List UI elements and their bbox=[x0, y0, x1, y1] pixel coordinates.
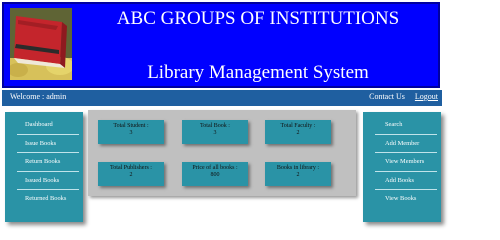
top-nav-links: Contact Us Logout bbox=[361, 92, 438, 101]
stat-label: Price of all books : bbox=[192, 165, 238, 171]
stat-card-total-faculty: Total Faculty : 2 bbox=[265, 120, 331, 144]
stat-value: 2 bbox=[129, 172, 133, 178]
menu-issued-books[interactable]: Issued Books bbox=[17, 172, 79, 190]
menu-view-books[interactable]: View Books bbox=[375, 190, 437, 208]
stat-label: Books in library : bbox=[276, 165, 320, 171]
stat-card-price-of-all-books: Price of all books : 800 bbox=[182, 162, 248, 186]
menu-add-member[interactable]: Add Member bbox=[375, 135, 437, 153]
contact-us-link[interactable]: Contact Us bbox=[369, 92, 405, 101]
stat-value: 3 bbox=[129, 130, 133, 136]
stat-label: Total Publishers : bbox=[110, 165, 152, 171]
books-logo-icon bbox=[10, 8, 72, 80]
stat-label: Total Book : bbox=[200, 123, 230, 129]
stat-card-total-student: Total Student : 3 bbox=[98, 120, 164, 144]
stat-card-total-book: Total Book : 3 bbox=[182, 120, 248, 144]
menu-search[interactable]: Search bbox=[375, 116, 437, 135]
stat-value: 800 bbox=[210, 172, 220, 178]
institution-title: ABC GROUPS OF INSTITUTIONS bbox=[116, 8, 400, 29]
stat-label: Total Faculty : bbox=[280, 123, 316, 129]
top-nav-bar: Welcome : admin Contact Us Logout bbox=[2, 90, 442, 106]
right-sidebar-menu: Search Add Member View Members Add Books… bbox=[363, 112, 441, 222]
menu-return-books[interactable]: Return Books bbox=[17, 153, 79, 172]
menu-dashboard[interactable]: Dashboard bbox=[17, 116, 79, 135]
stat-value: 3 bbox=[213, 130, 217, 136]
left-sidebar-menu: Dashboard Issue Books Return Books Issue… bbox=[5, 112, 83, 222]
stat-value: 2 bbox=[296, 172, 300, 178]
menu-returned-books[interactable]: Returned Books bbox=[17, 190, 79, 208]
stat-card-books-in-library: Books in library : 2 bbox=[265, 162, 331, 186]
system-title: Library Management System bbox=[147, 62, 369, 83]
menu-issue-books[interactable]: Issue Books bbox=[17, 135, 79, 153]
dashboard-stats-panel: Total Student : 3 Total Book : 3 Total F… bbox=[88, 110, 356, 196]
stat-label: Total Student : bbox=[113, 123, 149, 129]
menu-add-books[interactable]: Add Books bbox=[375, 172, 437, 190]
stat-card-total-publishers: Total Publishers : 2 bbox=[98, 162, 164, 186]
header-banner: ABC GROUPS OF INSTITUTIONS Library Manag… bbox=[2, 2, 440, 88]
welcome-text: Welcome : admin bbox=[10, 92, 67, 101]
stat-value: 2 bbox=[296, 130, 300, 136]
menu-view-members[interactable]: View Members bbox=[375, 153, 437, 172]
logout-link[interactable]: Logout bbox=[415, 92, 438, 101]
